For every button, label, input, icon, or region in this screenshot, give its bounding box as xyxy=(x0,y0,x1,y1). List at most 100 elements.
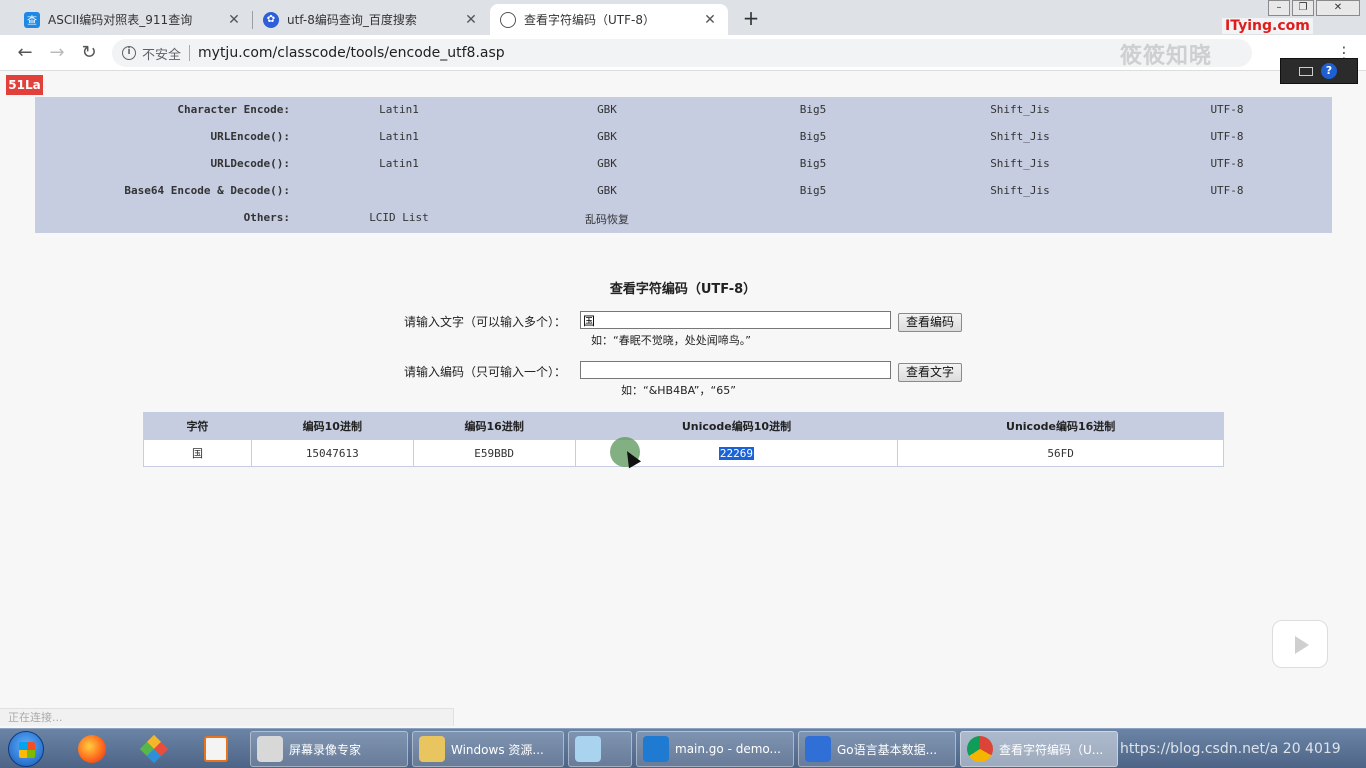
start-button[interactable] xyxy=(8,731,44,767)
link-big5[interactable]: Big5 xyxy=(753,130,873,143)
link-gbk[interactable]: GBK xyxy=(547,157,667,170)
tab-ascii-table[interactable]: 查 ASCII编码对照表_911查询 ✕ xyxy=(14,4,252,35)
tab-title: utf-8编码查询_百度搜索 xyxy=(287,13,417,27)
col-header: Unicode编码16进制 xyxy=(897,412,1224,440)
text-input[interactable] xyxy=(580,311,891,329)
git-icon[interactable] xyxy=(138,733,170,765)
document-app-icon xyxy=(805,736,831,762)
minimize-button[interactable]: – xyxy=(1268,0,1290,16)
link-big5[interactable]: Big5 xyxy=(753,103,873,116)
table-header-row: 字符 编码10进制 编码16进制 Unicode编码10进制 Unicode编码… xyxy=(143,412,1224,440)
help-icon[interactable]: ? xyxy=(1321,63,1337,79)
table-row: 国 15047613 E59BBD 22269 56FD xyxy=(143,439,1224,467)
close-icon[interactable]: ✕ xyxy=(463,12,479,28)
link-latin1[interactable]: Latin1 xyxy=(339,157,459,170)
grid-row: Base64 Encode & Decode(): GBK Big5 Shift… xyxy=(35,184,1332,204)
url-text[interactable]: mytju.com/classcode/tools/encode_utf8.as… xyxy=(198,45,505,61)
link-shift-jis[interactable]: Shift_Jis xyxy=(960,103,1080,116)
link-garble-recovery[interactable]: 乱码恢复 xyxy=(547,211,667,227)
firefox-icon[interactable] xyxy=(76,733,108,765)
task-label: main.go - demo... xyxy=(675,742,781,756)
col-header: 字符 xyxy=(143,412,252,440)
vscode-icon xyxy=(643,736,669,762)
link-shift-jis[interactable]: Shift_Jis xyxy=(960,130,1080,143)
restore-button[interactable]: ❐ xyxy=(1292,0,1314,16)
link-latin1[interactable]: Latin1 xyxy=(339,130,459,143)
task-chrome[interactable]: 查看字符编码（U... xyxy=(960,731,1118,767)
link-utf8[interactable]: UTF-8 xyxy=(1167,130,1287,143)
task-typora[interactable]: Go语言基本数据... xyxy=(798,731,956,767)
recorder-icon xyxy=(257,736,283,762)
cell-unicode-hex: 56FD xyxy=(897,439,1224,467)
view-code-button[interactable]: 查看编码 xyxy=(898,313,962,332)
row-label: URLEncode(): xyxy=(210,130,290,143)
link-big5[interactable]: Big5 xyxy=(753,157,873,170)
row-label: URLDecode(): xyxy=(210,157,290,170)
encode-link-grid: Character Encode: Latin1 GBK Big5 Shift_… xyxy=(35,97,1332,233)
info-icon[interactable]: i xyxy=(122,46,136,60)
link-utf8[interactable]: UTF-8 xyxy=(1167,103,1287,116)
page-title: 查看字符编码（UTF-8） xyxy=(609,282,757,297)
tab-title: 查看字符编码（UTF-8） xyxy=(524,13,655,27)
tab-encode-utf8[interactable]: 查看字符编码（UTF-8） ✕ xyxy=(490,4,728,35)
view-text-button[interactable]: 查看文字 xyxy=(898,363,962,382)
link-gbk[interactable]: GBK xyxy=(547,130,667,143)
close-icon[interactable]: ✕ xyxy=(226,12,242,28)
screenshot-tool-icon[interactable] xyxy=(200,733,232,765)
task-vscode[interactable]: main.go - demo... xyxy=(636,731,794,767)
brand-watermark: ITying.com xyxy=(1222,18,1313,34)
col-header: 编码16进制 xyxy=(412,412,576,440)
row-label: Others: xyxy=(243,211,290,224)
reload-icon[interactable]: ↻ xyxy=(76,40,102,66)
close-icon[interactable]: ✕ xyxy=(702,12,718,28)
text-input-label: 请输入文字（可以输入多个）： xyxy=(404,315,567,329)
tab-title: ASCII编码对照表_911查询 xyxy=(48,13,193,27)
back-arrow-icon[interactable]: ← xyxy=(12,40,38,66)
new-tab-button[interactable]: + xyxy=(740,6,762,30)
cell-char: 国 xyxy=(143,439,252,467)
link-utf8[interactable]: UTF-8 xyxy=(1167,184,1287,197)
close-window-button[interactable]: ✕ xyxy=(1316,0,1360,16)
task-explorer[interactable]: Windows 资源... xyxy=(412,731,564,767)
task-screen-recorder[interactable]: 屏幕录像专家 xyxy=(250,731,408,767)
911-icon: 查 xyxy=(24,11,40,28)
address-bar[interactable]: i 不安全 mytju.com/classcode/tools/encode_u… xyxy=(112,39,1252,67)
link-gbk[interactable]: GBK xyxy=(547,103,667,116)
task-notes[interactable] xyxy=(568,731,632,767)
link-latin1[interactable]: Latin1 xyxy=(339,103,459,116)
link-utf8[interactable]: UTF-8 xyxy=(1167,157,1287,170)
code-input-label: 请输入编码（只可输入一个）： xyxy=(404,365,567,379)
link-shift-jis[interactable]: Shift_Jis xyxy=(960,184,1080,197)
cell-dec: 15047613 xyxy=(250,439,414,467)
task-label: Go语言基本数据... xyxy=(837,742,938,757)
code-input[interactable] xyxy=(580,361,891,379)
grid-row: Character Encode: Latin1 GBK Big5 Shift_… xyxy=(35,103,1332,123)
selected-text[interactable]: 22269 xyxy=(718,446,755,460)
link-big5[interactable]: Big5 xyxy=(753,184,873,197)
keyboard-icon xyxy=(1299,67,1313,76)
forward-arrow-icon[interactable]: → xyxy=(44,40,70,66)
col-header: Unicode编码10进制 xyxy=(574,412,899,440)
video-play-button[interactable] xyxy=(1272,620,1328,668)
link-shift-jis[interactable]: Shift_Jis xyxy=(960,157,1080,170)
folder-icon xyxy=(419,736,445,762)
chrome-icon xyxy=(967,736,993,762)
code-input-hint: 如：“&HB4BA”，“65” xyxy=(621,384,736,397)
baidu-paw-icon: ✿ xyxy=(263,11,279,28)
task-label: 屏幕录像专家 xyxy=(289,742,362,757)
col-header: 编码10进制 xyxy=(250,412,414,440)
browser-tab-bar: 查 ASCII编码对照表_911查询 ✕ ✿ utf-8编码查询_百度搜索 ✕ … xyxy=(0,0,1366,35)
windows-logo-icon xyxy=(19,742,35,758)
security-label: 不安全 xyxy=(142,47,182,63)
globe-icon xyxy=(500,11,516,28)
row-label: Character Encode: xyxy=(177,103,290,116)
task-label: Windows 资源... xyxy=(451,742,544,757)
play-icon xyxy=(1295,636,1309,654)
link-lcid-list[interactable]: LCID List xyxy=(339,211,459,224)
cell-hex: E59BBD xyxy=(412,439,576,467)
tab-baidu-search[interactable]: ✿ utf-8编码查询_百度搜索 ✕ xyxy=(253,4,489,35)
link-gbk[interactable]: GBK xyxy=(547,184,667,197)
task-label: 查看字符编码（U... xyxy=(999,742,1104,757)
stats-badge[interactable]: 51La xyxy=(6,75,43,95)
notes-icon xyxy=(575,736,601,762)
